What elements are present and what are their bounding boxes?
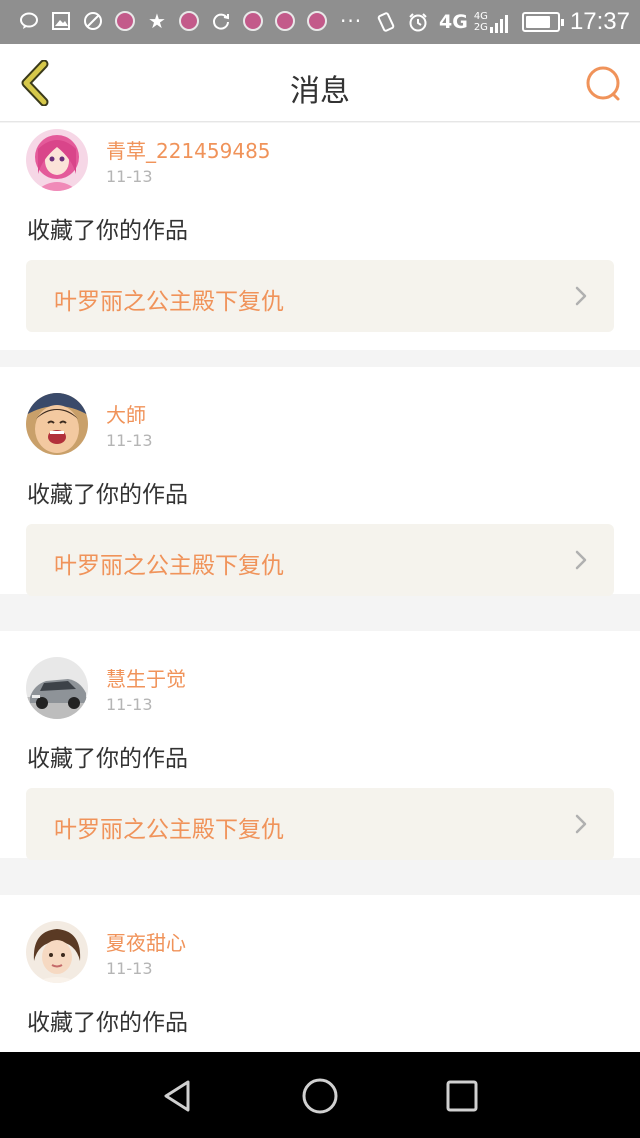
- message-list[interactable]: 青草_221459485 11-13 收藏了你的作品 叶罗丽之公主殿下复仇 大師: [0, 123, 640, 1052]
- lotus-app-icon: [306, 10, 328, 32]
- anime-girl-avatar-image: [26, 129, 88, 191]
- baby-avatar-image: [26, 393, 88, 455]
- username[interactable]: 夏夜甜心: [106, 927, 186, 956]
- timestamp: 11-13: [106, 695, 153, 714]
- system-nav-bar: [0, 1052, 640, 1138]
- signal-icon: [489, 11, 510, 33]
- lotus-app-icon: [114, 10, 136, 32]
- battery-level: [525, 16, 550, 28]
- message-card: 夏夜甜心 11-13 收藏了你的作品: [0, 895, 640, 1052]
- work-title: 叶罗丽之公主殿下复仇: [54, 289, 284, 315]
- avatar[interactable]: [26, 393, 88, 455]
- search-button[interactable]: [584, 64, 624, 104]
- chevron-right-icon: [575, 286, 587, 306]
- recents-square-icon: [446, 1080, 478, 1112]
- message-card: 青草_221459485 11-13 收藏了你的作品 叶罗丽之公主殿下复仇: [0, 123, 640, 350]
- action-text: 收藏了你的作品: [27, 746, 188, 772]
- home-circle-icon: [302, 1078, 338, 1114]
- work-link[interactable]: 叶罗丽之公主殿下复仇: [26, 260, 614, 332]
- car-avatar-image: [26, 657, 88, 719]
- action-text: 收藏了你的作品: [27, 218, 188, 244]
- app-header: 消息: [0, 44, 640, 122]
- nav-recents-button[interactable]: [442, 1076, 482, 1116]
- star-icon: ★: [148, 9, 166, 33]
- system-status: 4G 4G 2G 17:37: [375, 6, 630, 38]
- avatar[interactable]: [26, 921, 88, 983]
- timestamp: 11-13: [106, 431, 153, 450]
- username[interactable]: 大師: [106, 399, 146, 428]
- image-icon: [50, 10, 72, 32]
- status-bar: ★ ··· 4G 4G 2G 17:37: [0, 0, 640, 44]
- action-text: 收藏了你的作品: [27, 482, 188, 508]
- network-type: 4G: [438, 11, 468, 33]
- avatar[interactable]: [26, 657, 88, 719]
- work-link[interactable]: 叶罗丽之公主殿下复仇: [26, 524, 614, 596]
- chevron-right-icon: [575, 814, 587, 834]
- network-secondary: 4G 2G: [473, 11, 488, 33]
- avatar[interactable]: [26, 129, 88, 191]
- lotus-app-icon: [242, 10, 264, 32]
- sync-icon: [210, 10, 232, 32]
- girl-portrait-avatar-image: [26, 921, 88, 983]
- lotus-app-icon: [274, 10, 296, 32]
- battery-icon: [521, 12, 564, 32]
- chevron-right-icon: [575, 550, 587, 570]
- username[interactable]: 青草_221459485: [106, 135, 271, 164]
- clock: 17:37: [569, 8, 630, 35]
- vibrate-icon: [375, 11, 397, 33]
- back-triangle-icon: [164, 1080, 190, 1112]
- message-card: 大師 11-13 收藏了你的作品 叶罗丽之公主殿下复仇: [0, 367, 640, 596]
- notification-icons: ★ ···: [18, 10, 362, 32]
- search-icon: [586, 66, 620, 101]
- lotus-app-icon: [178, 10, 200, 32]
- more-icon: ···: [340, 9, 363, 33]
- message-card: 慧生于觉 11-13 收藏了你的作品 叶罗丽之公主殿下复仇: [0, 631, 640, 860]
- alarm-icon: [407, 11, 429, 33]
- timestamp: 11-13: [106, 167, 153, 186]
- work-title: 叶罗丽之公主殿下复仇: [54, 553, 284, 579]
- username[interactable]: 慧生于觉: [106, 663, 186, 692]
- timestamp: 11-13: [106, 959, 153, 978]
- action-text: 收藏了你的作品: [27, 1010, 188, 1036]
- work-title: 叶罗丽之公主殿下复仇: [54, 817, 284, 843]
- nav-home-button[interactable]: [300, 1076, 340, 1116]
- page-title: 消息: [290, 74, 350, 109]
- mute-icon: [82, 10, 104, 32]
- nav-back-button[interactable]: [158, 1076, 198, 1116]
- work-link[interactable]: 叶罗丽之公主殿下复仇: [26, 788, 614, 860]
- chat-icon: [18, 10, 40, 32]
